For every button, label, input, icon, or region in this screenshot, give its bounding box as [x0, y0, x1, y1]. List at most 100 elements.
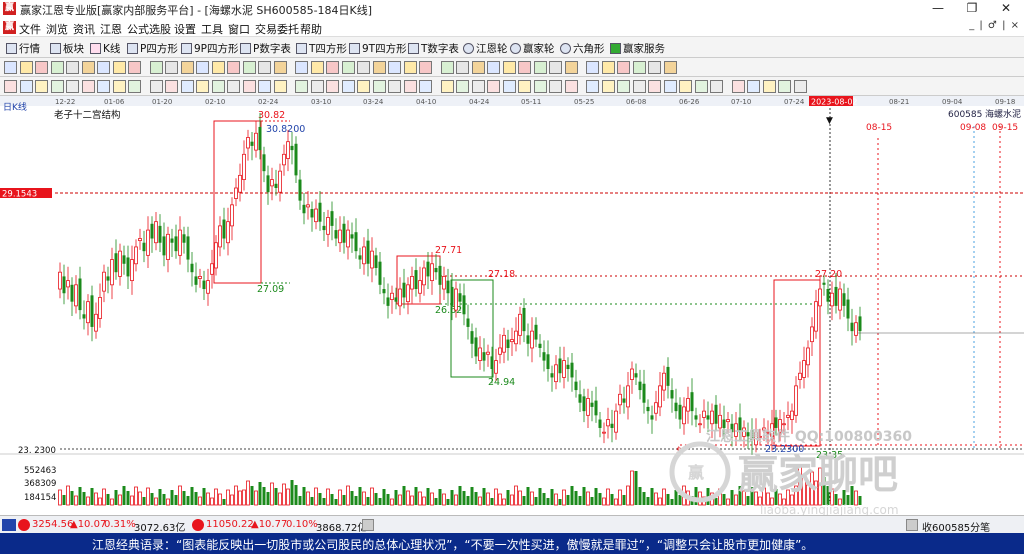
menu-trade[interactable]: 交易委托	[255, 21, 299, 37]
text-tool-icon[interactable]	[273, 61, 287, 74]
diamond-tool-icon[interactable]	[533, 61, 547, 74]
diamond-tool-icon[interactable]	[50, 61, 64, 74]
fan-tool-icon[interactable]	[341, 80, 355, 93]
analysis-tool-icon[interactable]	[165, 80, 178, 93]
fan-tool-icon[interactable]	[586, 80, 599, 93]
menu-help[interactable]: 帮助	[300, 21, 322, 37]
menu-tools[interactable]: 工具	[201, 21, 223, 37]
line-tool-icon[interactable]	[112, 61, 126, 74]
measure-tool-icon[interactable]	[471, 80, 485, 93]
draw-tool-icon[interactable]	[586, 61, 599, 74]
text-tool-icon[interactable]	[180, 61, 194, 74]
grid-tool-icon[interactable]	[165, 61, 178, 74]
measure-tool-icon[interactable]	[549, 80, 562, 93]
diamond-tool-icon[interactable]	[242, 61, 256, 74]
arrow-tool-icon[interactable]	[128, 61, 141, 74]
cycle-tool-icon[interactable]	[357, 80, 370, 93]
draw-tool-icon[interactable]	[487, 61, 500, 74]
angle-tool-icon[interactable]	[617, 80, 630, 93]
line-tool-icon[interactable]	[211, 61, 225, 74]
measure-tool-icon[interactable]	[632, 80, 646, 93]
measure-tool-icon[interactable]	[793, 80, 807, 93]
cycle-tool-icon[interactable]	[196, 80, 209, 93]
measure-tool-icon[interactable]	[388, 80, 401, 93]
angle-tool-icon[interactable]	[694, 80, 708, 93]
analysis-tool-icon[interactable]	[403, 80, 417, 93]
fan-tool-icon[interactable]	[19, 80, 33, 93]
grid-icon[interactable]	[2, 519, 16, 531]
cycle-tool-icon[interactable]	[112, 80, 126, 93]
analysis-tool-icon[interactable]	[487, 80, 500, 93]
sz-index-icon[interactable]	[192, 519, 204, 531]
fan-tool-icon[interactable]	[502, 80, 516, 93]
analysis-tool-icon[interactable]	[4, 80, 17, 93]
arrow-tool-icon[interactable]	[227, 61, 240, 74]
cycle-tool-icon[interactable]	[762, 80, 776, 93]
analysis-tool-icon[interactable]	[242, 80, 256, 93]
fan-tool-icon[interactable]	[419, 80, 432, 93]
fan-tool-icon[interactable]	[747, 80, 760, 93]
draw-tool-icon[interactable]	[388, 61, 401, 74]
arrow-tool-icon[interactable]	[326, 61, 339, 74]
scroll-right-button[interactable]	[906, 519, 918, 531]
t-number-table-button[interactable]: T数字表	[408, 41, 459, 56]
winner-wheel-button[interactable]: 赢家轮	[510, 41, 555, 56]
hexagon-button[interactable]: 六角形	[560, 41, 605, 56]
diamond-tool-icon[interactable]	[341, 61, 355, 74]
fan-tool-icon[interactable]	[180, 80, 194, 93]
cycle-tool-icon[interactable]	[35, 80, 48, 93]
grid-tool-icon[interactable]	[648, 61, 661, 74]
grid-tool-icon[interactable]	[66, 61, 79, 74]
fan-tool-icon[interactable]	[97, 80, 110, 93]
minimize-button[interactable]: —	[921, 0, 955, 18]
fan-tool-icon[interactable]	[258, 80, 271, 93]
menu-file[interactable]: 文件	[19, 21, 41, 37]
diamond-tool-icon[interactable]	[440, 61, 454, 74]
measure-tool-icon[interactable]	[310, 80, 324, 93]
app-menu-icon[interactable]: 赢	[3, 21, 16, 34]
sector-button[interactable]: 板块	[50, 41, 84, 56]
t-square-button[interactable]: T四方形	[296, 41, 347, 56]
line-tool-icon[interactable]	[502, 61, 516, 74]
quote-button[interactable]: 行情	[6, 41, 40, 56]
scroll-left-button[interactable]	[362, 519, 374, 531]
text-tool-icon[interactable]	[372, 61, 386, 74]
line-tool-icon[interactable]	[19, 61, 33, 74]
analysis-tool-icon[interactable]	[326, 80, 339, 93]
sh-index-icon[interactable]	[18, 519, 30, 531]
menu-settings[interactable]: 设置	[174, 21, 196, 37]
angle-tool-icon[interactable]	[372, 80, 386, 93]
kline-chart-panel[interactable]: 12-22 01-06 01-20 02-10 02-24 03-10 03-24 04-10…	[0, 96, 1024, 517]
menu-browse[interactable]: 浏览	[46, 21, 68, 37]
angle-tool-icon[interactable]	[533, 80, 547, 93]
text-tool-icon[interactable]	[564, 61, 578, 74]
measure-tool-icon[interactable]	[66, 80, 79, 93]
text-tool-icon[interactable]	[81, 61, 95, 74]
grid-tool-icon[interactable]	[357, 61, 370, 74]
angle-tool-icon[interactable]	[295, 80, 308, 93]
kline-button[interactable]: K线	[90, 41, 120, 56]
measure-tool-icon[interactable]	[227, 80, 240, 93]
measure-tool-icon[interactable]	[710, 80, 723, 93]
arrow-tool-icon[interactable]	[419, 61, 432, 74]
tick-detail-label[interactable]: 收600585分笔	[922, 519, 990, 534]
close-button[interactable]: ✕	[989, 0, 1023, 18]
cycle-tool-icon[interactable]	[518, 80, 531, 93]
draw-tool-icon[interactable]	[4, 61, 17, 74]
grid-tool-icon[interactable]	[549, 61, 562, 74]
arrow-tool-icon[interactable]	[617, 61, 630, 74]
maximize-button[interactable]: ❐	[955, 0, 989, 18]
mdi-window-controls[interactable]: _ | ♂ | ×	[969, 20, 1020, 31]
grid-tool-icon[interactable]	[258, 61, 271, 74]
angle-tool-icon[interactable]	[128, 80, 141, 93]
angle-tool-icon[interactable]	[778, 80, 791, 93]
kline-chart[interactable]: 12-22 01-06 01-20 02-10 02-24 03-10 03-24 04-10…	[0, 96, 1024, 517]
box-feb-peak[interactable]	[213, 120, 262, 284]
menu-window[interactable]: 窗口	[228, 21, 250, 37]
angle-tool-icon[interactable]	[456, 80, 469, 93]
analysis-tool-icon[interactable]	[564, 80, 578, 93]
winner-service-button[interactable]: 赢家服务	[610, 41, 665, 56]
menu-gann[interactable]: 江恩	[100, 21, 122, 37]
angle-tool-icon[interactable]	[50, 80, 64, 93]
draw-tool-icon[interactable]	[295, 61, 308, 74]
